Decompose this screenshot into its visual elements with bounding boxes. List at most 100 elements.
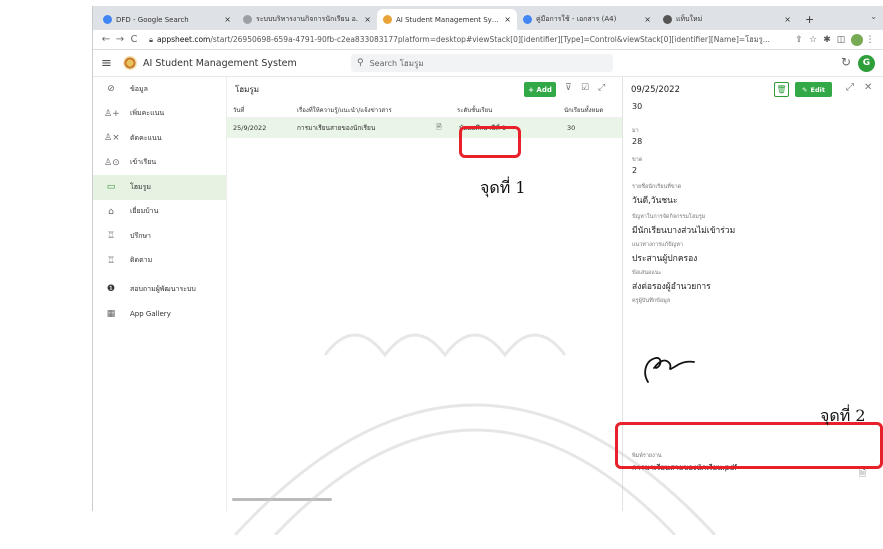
field-label: มา — [632, 128, 639, 134]
detail-title: 09/25/2022 — [631, 84, 680, 95]
browser-profile-avatar[interactable] — [851, 33, 863, 46]
file-icon[interactable]: 🗎︎ — [436, 123, 442, 134]
cell-total: 30 — [567, 124, 576, 132]
field-value: ประสานผู้ปกครอง — [632, 254, 698, 264]
share-icon[interactable]: ⇪ — [792, 35, 806, 45]
reload-icon[interactable]: C — [127, 34, 141, 45]
filter-icon[interactable]: ⊽ — [565, 83, 572, 93]
sidebar-item-label: ตัดคะแนน — [130, 133, 162, 142]
consult-icon: ♖ — [106, 231, 116, 242]
pdf-file-link[interactable]: การมาเรียนสายของนักเรียน.pdf — [632, 462, 872, 474]
sidebar-item-deduct-score[interactable]: ♙× ตัดคะแนน — [93, 126, 226, 151]
sidebar-item-homeroom[interactable]: ▭ โฮมรูม — [93, 175, 226, 200]
bookmark-star-icon[interactable]: ☆ — [806, 35, 820, 45]
field-value: ส่งต่อรองผู้อำนวยการ — [632, 282, 711, 292]
edit-button[interactable]: ✎ Edit — [795, 82, 832, 97]
tab-close-icon[interactable]: × — [644, 15, 651, 24]
user-avatar[interactable]: G — [858, 55, 875, 72]
sidebar-item-consult[interactable]: ♖ ปรึกษา — [93, 224, 226, 249]
tab-close-icon[interactable]: × — [224, 15, 231, 24]
homeroom-icon: ▭ — [106, 182, 116, 193]
info-icon: ⊘ — [107, 84, 115, 95]
back-icon[interactable]: ← — [99, 34, 113, 45]
column-header-total[interactable]: นักเรียนทั้งหมด — [564, 105, 624, 115]
url-host: appsheet.com — [157, 35, 211, 44]
sidebar-item-contact-developer[interactable]: ❶ สอบถามผู้พัฒนาระบบ — [93, 277, 226, 302]
field-label: ครูผู้บันทึกข้อมูล — [632, 298, 671, 304]
close-icon[interactable]: ✕ — [864, 82, 872, 93]
browser-tab[interactable]: DFD - Google Search × — [97, 9, 237, 30]
sidebar-item-label: เข้าเรียน — [130, 158, 157, 167]
new-tab-button[interactable]: + — [797, 9, 822, 30]
field-label: ขาด — [632, 157, 643, 163]
add-button[interactable]: + Add — [524, 82, 556, 97]
tab-favicon-icon — [103, 15, 112, 24]
app-gallery-icon: ▦ — [106, 308, 116, 319]
annotation-point-2: จุดที่ 2 — [820, 406, 866, 425]
app-logo — [123, 56, 137, 70]
browser-tab[interactable]: ระบบบริหารงานกิจการนักเรียน อ. × — [237, 9, 377, 30]
expand-icon[interactable]: ⤢ — [598, 83, 605, 93]
column-header-topic[interactable]: เรื่องที่ให้ความรู้/แนะนำ/แจ้งข่าวสาร — [297, 105, 392, 115]
tab-close-icon[interactable]: × — [364, 15, 371, 24]
tab-bar: DFD - Google Search × ระบบบริหารงานกิจการน… — [93, 6, 883, 30]
annotation-point-1: จุดที่ 1 — [480, 178, 526, 197]
follow-up-icon: ♖ — [106, 255, 116, 266]
column-header-level[interactable]: ระดับชั้นเรียน — [457, 105, 492, 115]
table-header: โฮมรูม + Add ⊽ ☑ ⤢ — [227, 77, 622, 102]
sidebar-item-label: โฮมรูม — [130, 182, 152, 191]
field-value: 28 — [632, 137, 643, 146]
menu-icon[interactable]: ≡ — [101, 56, 123, 71]
search-input[interactable]: ⚲ Search โฮมรูม — [351, 54, 613, 72]
horizontal-scrollbar[interactable] — [232, 498, 332, 501]
column-header-date[interactable]: วันที่ — [233, 105, 244, 115]
sidebar-item-add-score[interactable]: ♙+ เพิ่มคะแนน — [93, 102, 226, 127]
select-checkbox-icon[interactable]: ☑ — [581, 83, 589, 93]
pdf-label: พิมพ์รายงาน — [632, 453, 662, 459]
tab-list-chevron-icon[interactable]: ⌄ — [870, 12, 877, 21]
tab-close-icon[interactable]: × — [784, 15, 791, 24]
sidebar-item-app-gallery[interactable]: ▦ App Gallery — [93, 302, 226, 327]
edit-label: Edit — [810, 85, 825, 94]
tab-favicon-icon — [243, 15, 252, 24]
tab-favicon-icon — [523, 15, 532, 24]
detail-field: ข้อเสนอแนะ ส่งต่อรองผู้อำนวยการ — [632, 269, 711, 293]
sidebar-item-attendance[interactable]: ♙⊙ เข้าเรียน — [93, 151, 226, 176]
lock-icon: 🔒︎ — [149, 34, 153, 44]
browser-tab[interactable]: แท็บใหม่ × — [657, 9, 797, 30]
field-value: มีนักเรียนบางส่วนไม่เข้าร่วม — [632, 226, 736, 236]
url-input[interactable]: 🔒︎ appsheet.com /start/26950698-659a-479… — [145, 32, 792, 47]
forward-icon[interactable]: → — [113, 34, 127, 45]
tab-favicon-icon — [663, 15, 672, 24]
tabs: DFD - Google Search × ระบบบริหารงานกิจการน… — [97, 9, 797, 30]
detail-field: รายชื่อนักเรียนที่ขาด วันดี,วันชนะ — [632, 183, 681, 207]
sidebar-item-follow-up[interactable]: ♖ ติดตาม — [93, 249, 226, 274]
sidebar-item-home-visit[interactable]: ⌂ เยี่ยมบ้าน — [93, 200, 226, 225]
sidebar-item-info[interactable]: ⊘ ข้อมูล — [93, 77, 226, 102]
browser-menu-icon[interactable]: ⋮ — [863, 35, 877, 45]
sidebar-item-label: เพิ่มคะแนน — [130, 109, 165, 118]
detail-field: แนวทางการแก้ปัญหาประสานผู้ปกครอง — [632, 241, 697, 265]
browser-tab[interactable]: คู่มือการใช้ - เอกสาร (A4) × — [517, 9, 657, 30]
delete-icon[interactable]: 🗑︎ — [774, 82, 789, 97]
pdf-report-field[interactable]: พิมพ์รายงาน การมาเรียนสายของนักเรียน.pdf… — [632, 452, 872, 479]
browser-tab[interactable]: AI Student Management Syste × — [377, 9, 517, 30]
tab-close-icon[interactable]: × — [504, 15, 511, 24]
tab-label: แท็บใหม่ — [676, 15, 703, 23]
tab-label: ระบบบริหารงานกิจการนักเรียน อ. — [256, 15, 359, 23]
tab-label: คู่มือการใช้ - เอกสาร (A4) — [536, 15, 617, 23]
sync-icon[interactable]: ↻ — [841, 55, 851, 69]
field-label: แนวทางการแก้ปัญหา — [632, 242, 683, 248]
sidepanel-icon[interactable]: ◫ — [834, 35, 848, 45]
extensions-icon[interactable]: ✱ — [820, 35, 834, 45]
expand-detail-icon[interactable]: ⤢ — [846, 82, 854, 93]
tab-label: DFD - Google Search — [116, 15, 189, 24]
tab-favicon-icon — [383, 15, 392, 24]
table-view: โฮมรูม + Add ⊽ ☑ ⤢ วันที่ เรื่องที่ให้คว… — [226, 77, 623, 511]
table-row[interactable]: 25/9/2022 การมาเรียนสายของนักเรียน 🗎︎ มั… — [227, 118, 622, 138]
sidebar-item-label: App Gallery — [130, 309, 171, 318]
sidebar-item-label: ปรึกษา — [130, 231, 151, 240]
cell-date: 25/9/2022 — [233, 124, 267, 132]
file-icon[interactable]: 🗎︎ — [859, 466, 866, 482]
sidebar-item-label: สอบถามผู้พัฒนาระบบ — [130, 284, 196, 293]
